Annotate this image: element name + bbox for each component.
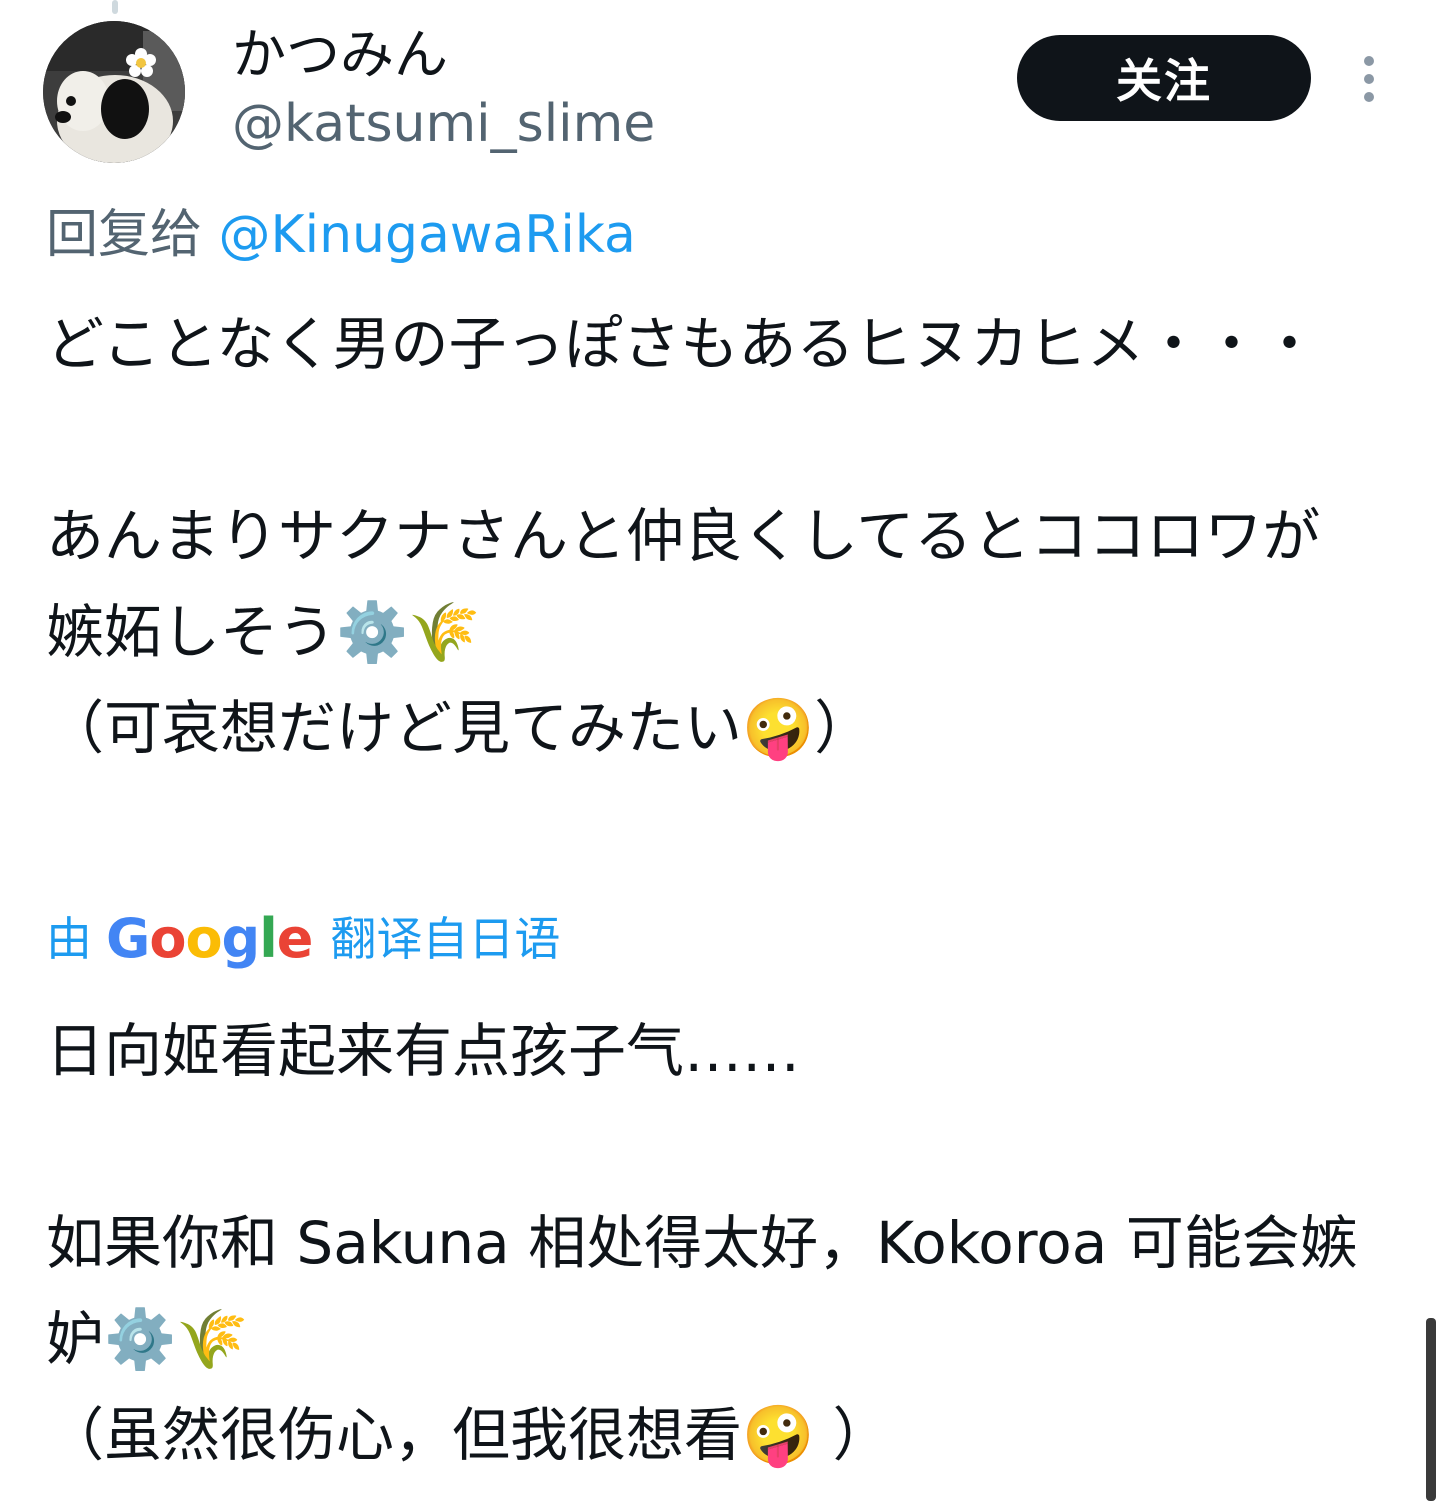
google-letter-o2: o bbox=[185, 907, 222, 970]
google-letter-l: l bbox=[259, 907, 277, 970]
tweet-text: どことなく男の子っぽさもあるヒヌカヒメ・・・ あんまりサクナさんと仲良くしてると… bbox=[46, 310, 1321, 762]
avatar-image bbox=[43, 21, 185, 163]
user-handle[interactable]: @katsumi_slime bbox=[232, 92, 655, 156]
google-letter-g: G bbox=[106, 907, 150, 970]
reply-mention-link[interactable]: @KinugawaRika bbox=[219, 205, 636, 265]
translation-attribution[interactable]: 由 G o o g l e 翻译自日语 bbox=[46, 907, 560, 971]
follow-button[interactable]: 关注 bbox=[1017, 35, 1311, 121]
google-logo: G o o g l e bbox=[106, 907, 314, 971]
reply-label: 回复给 bbox=[46, 205, 203, 265]
translation-prefix: 由 bbox=[46, 912, 92, 966]
translated-tweet-text: 日向姬看起来有点孩子气…… 如果你和 Sakuna 相处得太好，Kokoroa … bbox=[46, 1017, 1358, 1469]
scrollbar-thumb[interactable] bbox=[1426, 1318, 1436, 1501]
translation-suffix: 翻译自日语 bbox=[330, 912, 561, 966]
google-letter-o1: o bbox=[149, 907, 186, 970]
display-name[interactable]: かつみん bbox=[232, 22, 448, 88]
thread-connector-line bbox=[112, 0, 118, 14]
google-letter-e: e bbox=[276, 907, 314, 970]
google-letter-g2: g bbox=[221, 907, 261, 970]
more-vertical-icon[interactable] bbox=[1352, 54, 1386, 104]
reply-context: 回复给 @KinugawaRika bbox=[46, 202, 636, 268]
avatar[interactable] bbox=[43, 21, 185, 163]
